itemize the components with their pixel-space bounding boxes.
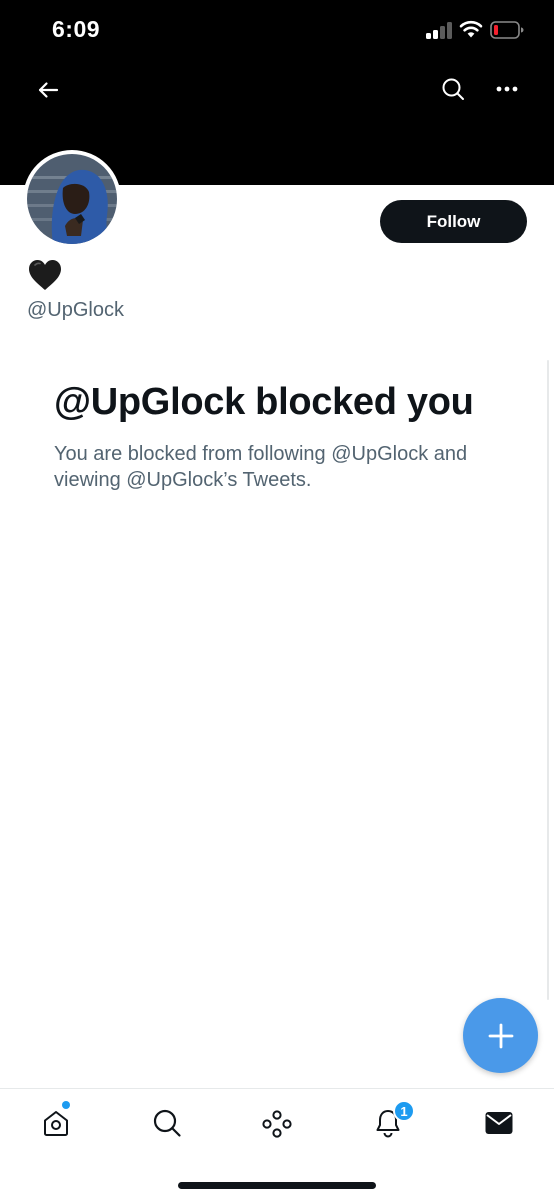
status-bar: 6:09	[0, 0, 554, 60]
more-horizontal-icon	[496, 86, 518, 92]
more-button[interactable]	[488, 70, 526, 108]
status-time: 6:09	[52, 16, 101, 42]
home-new-dot	[62, 1101, 70, 1109]
signal-icon	[426, 22, 452, 39]
search-button[interactable]	[434, 70, 472, 108]
blocked-message: You are blocked from following @UpGlock …	[54, 443, 468, 491]
avatar[interactable]	[23, 150, 121, 248]
notification-count-badge: 1	[393, 1100, 415, 1122]
search-icon	[153, 1109, 181, 1137]
tab-messages[interactable]	[479, 1103, 519, 1143]
tab-home[interactable]	[36, 1103, 76, 1143]
compose-tweet-button[interactable]	[463, 998, 538, 1073]
blocked-title: @UpGlock blocked you	[54, 381, 474, 423]
follow-button[interactable]: Follow	[380, 200, 527, 243]
avatar-photo	[27, 154, 117, 244]
search-icon	[442, 78, 464, 100]
display-name	[29, 260, 61, 290]
wifi-icon	[459, 20, 483, 38]
home-icon	[44, 1111, 68, 1136]
battery-low-icon	[490, 21, 524, 39]
mail-icon	[485, 1112, 513, 1134]
spaces-icon	[262, 1110, 292, 1138]
home-indicator[interactable]	[178, 1182, 376, 1189]
profile-handle: @UpGlock	[27, 299, 124, 321]
tab-spaces[interactable]	[257, 1103, 297, 1143]
scroll-indicator[interactable]	[547, 360, 549, 1000]
arrow-left-icon	[38, 82, 59, 98]
back-button[interactable]	[30, 72, 66, 108]
plus-icon	[488, 1023, 513, 1048]
tab-search[interactable]	[147, 1103, 187, 1143]
